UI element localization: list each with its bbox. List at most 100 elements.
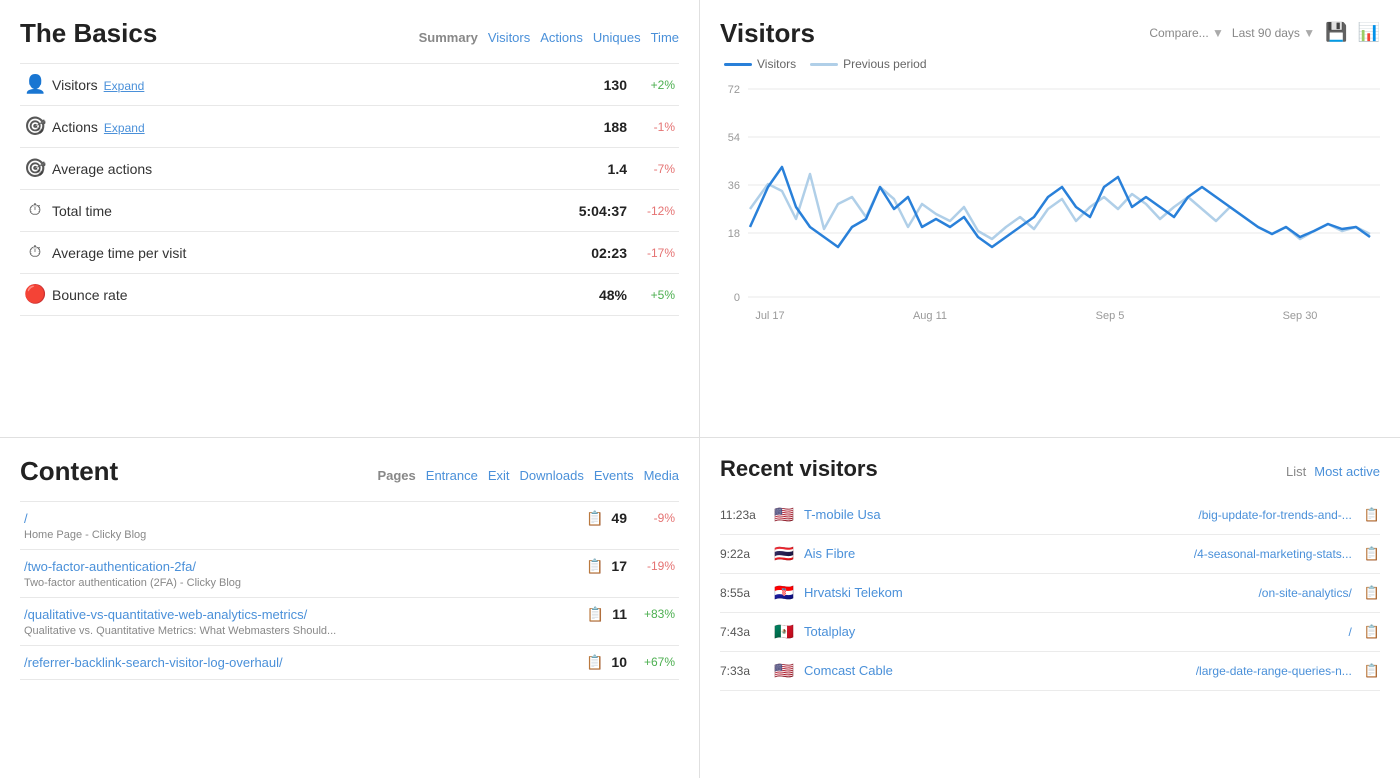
period-dropdown[interactable]: Last 90 days ▼ — [1232, 26, 1315, 40]
metric-label: Average time per visit — [52, 245, 591, 261]
recent-nav-most-active[interactable]: Most active — [1314, 464, 1380, 479]
content-nav-events[interactable]: Events — [594, 468, 634, 483]
content-change: -19% — [639, 559, 675, 573]
metric-value: 188 — [604, 119, 627, 135]
metric-change: -12% — [639, 204, 675, 218]
metric-label: Total time — [52, 203, 579, 219]
metric-row: 🔴 Bounce rate 48% +5% — [20, 274, 679, 316]
content-count: 10 — [611, 654, 627, 670]
metric-row: ⏱ Average time per visit 02:23 -17% — [20, 232, 679, 274]
basics-nav-visitors[interactable]: Visitors — [488, 30, 530, 45]
metric-icon: 👤 — [24, 74, 46, 95]
visitor-isp-link[interactable]: Totalplay — [804, 624, 1340, 639]
content-change: +83% — [639, 607, 675, 621]
content-icon: 📋 — [586, 558, 603, 575]
bar-chart-icon[interactable]: 📊 — [1358, 22, 1380, 43]
content-panel: Content Pages Entrance Exit Downloads Ev… — [0, 438, 700, 778]
content-item-row: /two-factor-authentication-2fa/ 📋 17 -19… — [24, 558, 675, 575]
content-nav-downloads[interactable]: Downloads — [520, 468, 584, 483]
basics-nav: Summary Visitors Actions Uniques Time — [419, 30, 679, 45]
content-title: Content — [20, 456, 118, 487]
content-nav: Pages Entrance Exit Downloads Events Med… — [377, 468, 679, 483]
visitor-row: 7:43a 🇲🇽 Totalplay / 📋 — [720, 613, 1380, 652]
visitor-isp-link[interactable]: Comcast Cable — [804, 663, 1188, 678]
svg-text:Sep 30: Sep 30 — [1283, 310, 1318, 322]
visitor-page-link[interactable]: /on-site-analytics/ — [1258, 586, 1351, 600]
metric-change: -1% — [639, 120, 675, 134]
recent-visitors-list: 11:23a 🇺🇸 T-mobile Usa /big-update-for-t… — [720, 496, 1380, 691]
recent-nav-list[interactable]: List — [1286, 464, 1306, 479]
content-item: / 📋 49 -9% Home Page - Clicky Blog — [20, 502, 679, 550]
content-list: / 📋 49 -9% Home Page - Clicky Blog /two-… — [20, 501, 679, 680]
visitor-time: 11:23a — [720, 508, 766, 522]
legend-visitors: Visitors — [724, 57, 796, 71]
visitor-time: 7:43a — [720, 625, 766, 639]
content-page-link[interactable]: /two-factor-authentication-2fa/ — [24, 559, 586, 574]
content-page-link[interactable]: /qualitative-vs-quantitative-web-analyti… — [24, 607, 587, 622]
metric-value: 48% — [599, 287, 627, 303]
metric-change: -17% — [639, 246, 675, 260]
content-count: 11 — [612, 606, 627, 622]
visitor-isp-link[interactable]: Ais Fibre — [804, 546, 1186, 561]
visitor-copy-icon[interactable]: 📋 — [1364, 663, 1380, 679]
visitor-copy-icon[interactable]: 📋 — [1364, 507, 1380, 523]
content-subtitle: Qualitative vs. Quantitative Metrics: Wh… — [24, 625, 675, 637]
visitor-time: 8:55a — [720, 586, 766, 600]
visitor-page-link[interactable]: / — [1348, 625, 1351, 639]
content-change: -9% — [639, 511, 675, 525]
content-nav-pages[interactable]: Pages — [377, 468, 415, 483]
save-chart-icon[interactable]: 💾 — [1325, 22, 1347, 43]
content-icon: 📋 — [587, 606, 604, 623]
content-item-row: /qualitative-vs-quantitative-web-analyti… — [24, 606, 675, 623]
content-page-link[interactable]: / — [24, 511, 586, 526]
content-nav-exit[interactable]: Exit — [488, 468, 510, 483]
chart-controls: Compare... ▼ Last 90 days ▼ 💾 📊 — [1149, 22, 1380, 43]
recent-title: Recent visitors — [720, 456, 878, 482]
metric-value: 5:04:37 — [579, 203, 627, 219]
chart-area: 72 54 36 18 0 Jul 17 Aug 11 Sep 5 Sep — [720, 79, 1380, 349]
metric-expand-link[interactable]: Expand — [104, 79, 145, 93]
visitor-row: 7:33a 🇺🇸 Comcast Cable /large-date-range… — [720, 652, 1380, 691]
basics-nav-summary[interactable]: Summary — [419, 30, 478, 45]
compare-dropdown[interactable]: Compare... ▼ — [1149, 26, 1224, 40]
visitor-page-link[interactable]: /large-date-range-queries-n... — [1196, 664, 1352, 678]
metric-icon: 🔴 — [24, 284, 46, 305]
visitor-flag: 🇺🇸 — [774, 661, 796, 681]
basics-nav-uniques[interactable]: Uniques — [593, 30, 641, 45]
svg-text:72: 72 — [728, 84, 740, 96]
visitor-time: 9:22a — [720, 547, 766, 561]
content-subtitle: Home Page - Clicky Blog — [24, 529, 675, 541]
basics-nav-actions[interactable]: Actions — [540, 30, 583, 45]
metric-change: +5% — [639, 288, 675, 302]
content-count: 49 — [611, 510, 627, 526]
svg-text:0: 0 — [734, 292, 740, 304]
content-nav-entrance[interactable]: Entrance — [426, 468, 478, 483]
visitor-isp-link[interactable]: T-mobile Usa — [804, 507, 1190, 522]
visitor-page-link[interactable]: /4-seasonal-marketing-stats... — [1194, 547, 1352, 561]
visitor-copy-icon[interactable]: 📋 — [1364, 585, 1380, 601]
content-nav-media[interactable]: Media — [644, 468, 679, 483]
visitor-copy-icon[interactable]: 📋 — [1364, 546, 1380, 562]
visitor-isp-link[interactable]: Hrvatski Telekom — [804, 585, 1250, 600]
basics-nav-time[interactable]: Time — [651, 30, 679, 45]
legend-previous-line — [810, 63, 838, 66]
metric-row: 👤 VisitorsExpand 130 +2% — [20, 64, 679, 106]
content-icon: 📋 — [586, 510, 603, 527]
recent-header: Recent visitors List Most active — [720, 456, 1380, 482]
svg-text:36: 36 — [728, 180, 740, 192]
content-page-link[interactable]: /referrer-backlink-search-visitor-log-ov… — [24, 655, 586, 670]
metric-value: 130 — [604, 77, 627, 93]
content-subtitle: Two-factor authentication (2FA) - Clicky… — [24, 577, 675, 589]
visitor-flag: 🇺🇸 — [774, 505, 796, 525]
metric-expand-link[interactable]: Expand — [104, 121, 145, 135]
svg-text:Sep 5: Sep 5 — [1096, 310, 1125, 322]
legend-visitors-label: Visitors — [757, 57, 796, 71]
visitor-page-link[interactable]: /big-update-for-trends-and-... — [1198, 508, 1351, 522]
visitors-svg: 72 54 36 18 0 Jul 17 Aug 11 Sep 5 Sep — [720, 79, 1380, 339]
visitor-row: 9:22a 🇹🇭 Ais Fibre /4-seasonal-marketing… — [720, 535, 1380, 574]
recent-visitors-panel: Recent visitors List Most active 11:23a … — [700, 438, 1400, 778]
metric-icon: ⏱ — [24, 202, 46, 220]
content-item: /two-factor-authentication-2fa/ 📋 17 -19… — [20, 550, 679, 598]
content-item-row: /referrer-backlink-search-visitor-log-ov… — [24, 654, 675, 671]
visitor-copy-icon[interactable]: 📋 — [1364, 624, 1380, 640]
